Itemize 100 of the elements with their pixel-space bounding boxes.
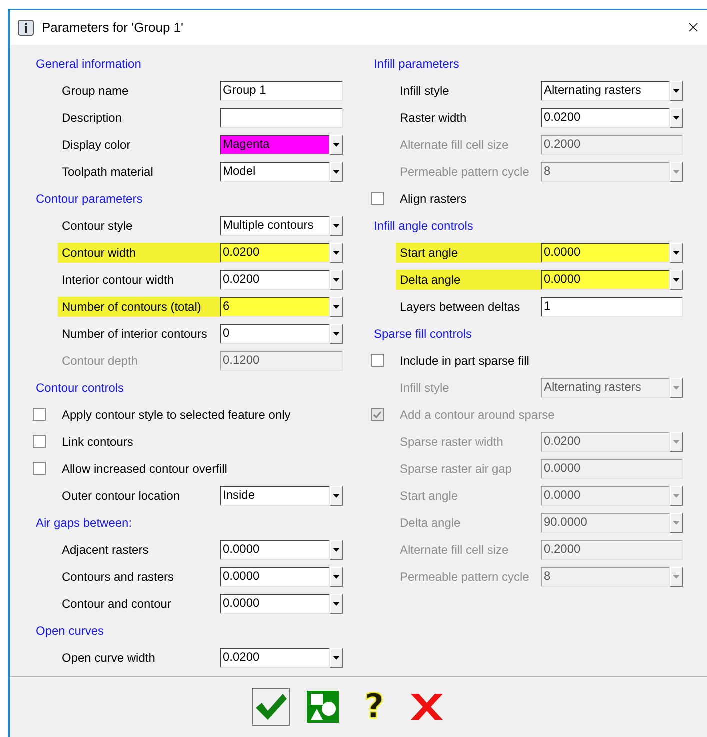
field-label: Sparse raster width: [399, 434, 504, 450]
field-label: Number of interior contours: [61, 326, 208, 342]
dropdown-arrow-icon: [333, 142, 340, 146]
field-label: Sparse raster air gap: [399, 460, 514, 478]
field-label: Contour style: [61, 218, 134, 234]
checkbox[interactable]: [371, 192, 384, 205]
checkbox-label: Apply contour style to selected feature only: [61, 406, 292, 424]
section-heading: Sparse fill controls: [374, 326, 472, 340]
dropdown-arrow-icon: [673, 520, 680, 524]
dropdown-arrow-icon: [333, 574, 340, 578]
info-icon: [18, 20, 34, 36]
dropdown-button[interactable]: [670, 242, 683, 262]
input-field[interactable]: 1: [541, 296, 683, 316]
dropdown-field[interactable]: 0.0200: [220, 270, 330, 290]
section-heading: Infill angle controls: [374, 218, 474, 232]
input-field[interactable]: Group 1: [220, 80, 343, 100]
section-heading: Contour controls: [36, 380, 124, 394]
field-label: Contour width: [58, 242, 220, 262]
section-heading: Infill parameters: [374, 56, 460, 70]
section-heading: Contour parameters: [36, 192, 143, 206]
dropdown-button[interactable]: [330, 540, 343, 560]
field-label: Delta angle: [396, 270, 541, 290]
dropdown-arrow-icon: [333, 250, 340, 254]
field-label: Open curve width: [61, 650, 156, 666]
field-label: Delta angle: [399, 514, 462, 532]
dropdown-arrow-icon: [333, 170, 340, 174]
field-label: Raster width: [399, 110, 468, 126]
field-label: Contour depth: [61, 352, 140, 370]
dropdown-button[interactable]: [330, 242, 343, 262]
dropdown-button[interactable]: [330, 648, 343, 668]
field-label: Contour and contour: [61, 596, 172, 612]
field-label: Infill style: [399, 380, 450, 396]
dropdown-arrow-icon: [673, 574, 680, 578]
dropdown-arrow-icon: [673, 88, 680, 92]
section-heading: General information: [36, 56, 142, 70]
field-label: Adjacent rasters: [61, 542, 150, 558]
input-field[interactable]: [220, 108, 343, 128]
field-label: Outer contour location: [61, 488, 182, 504]
dropdown-field[interactable]: 0.0000: [220, 594, 330, 614]
field-label: Alternate fill cell size: [399, 136, 510, 154]
dropdown-button[interactable]: [330, 324, 343, 344]
field-label: Start angle: [396, 242, 541, 262]
checkbox-label: Align rasters: [399, 190, 468, 208]
dropdown-arrow-icon: [333, 494, 340, 498]
field-label: Permeable pattern cycle: [399, 568, 530, 586]
dropdown-field[interactable]: 0.0200: [541, 108, 670, 128]
dropdown-button[interactable]: [330, 486, 343, 506]
window-title: Parameters for 'Group 1': [42, 20, 185, 35]
dropdown-button[interactable]: [670, 270, 683, 290]
dropdown-button[interactable]: [330, 216, 343, 236]
dropdown-arrow-icon: [673, 278, 680, 282]
dropdown-button[interactable]: [330, 296, 343, 316]
ok-button[interactable]: [252, 688, 290, 726]
checkbox[interactable]: [371, 354, 384, 367]
dropdown-field[interactable]: Inside: [220, 486, 330, 506]
dropdown-field[interactable]: 0.0000: [541, 242, 670, 262]
dropdown-arrow-icon: [673, 170, 680, 174]
dropdown-arrow-icon: [673, 440, 680, 444]
dropdown-button[interactable]: [670, 80, 683, 100]
dropdown-field[interactable]: Multiple contours: [220, 216, 330, 236]
field-label: Interior contour width: [61, 272, 176, 288]
checkbox-label: Include in part sparse fill: [399, 352, 530, 370]
dropdown-field[interactable]: 0.0200: [220, 648, 330, 668]
dropdown-arrow-icon: [333, 602, 340, 606]
dropdown-arrow-icon: [333, 656, 340, 660]
dropdown-field[interactable]: Model: [220, 162, 330, 182]
dropdown-field[interactable]: 6: [220, 296, 330, 316]
dropdown-button[interactable]: [330, 270, 343, 290]
help-button[interactable]: ?: [356, 688, 394, 726]
dropdown-button[interactable]: [330, 134, 343, 154]
dropdown-button[interactable]: [330, 162, 343, 182]
dropdown-arrow-icon: [333, 332, 340, 336]
field-label: Contours and rasters: [61, 568, 176, 586]
checkbox[interactable]: [33, 462, 46, 475]
dropdown-field[interactable]: Magenta: [220, 134, 330, 154]
field-label: Permeable pattern cycle: [399, 164, 530, 180]
dropdown-field[interactable]: 0.0000: [541, 270, 670, 290]
dropdown-field[interactable]: 0.0200: [220, 242, 330, 262]
checkbox-label: Link contours: [61, 434, 134, 450]
dropdown-button[interactable]: [670, 108, 683, 128]
field-label: Number of contours (total): [58, 296, 220, 316]
dropdown-field[interactable]: 0: [220, 324, 330, 344]
field-label: Layers between deltas: [399, 298, 522, 316]
field-label: Infill style: [399, 82, 450, 100]
dropdown-button[interactable]: [330, 594, 343, 614]
dropdown-arrow-icon: [673, 116, 680, 120]
dropdown-field[interactable]: Alternating rasters: [541, 80, 670, 100]
dropdown-field[interactable]: 0.0000: [220, 540, 330, 560]
checkbox[interactable]: [33, 408, 46, 421]
dropdown-arrow-icon: [333, 278, 340, 282]
checkbox[interactable]: [33, 435, 46, 448]
dropdown-arrow-icon: [673, 250, 680, 254]
section-heading: Open curves: [36, 624, 104, 638]
field-label: Toolpath material: [61, 164, 154, 180]
dropdown-button[interactable]: [330, 566, 343, 586]
checkbox-label: Allow increased contour overfill: [61, 460, 228, 478]
field-label: Display color: [61, 136, 132, 154]
dropdown-arrow-icon: [673, 386, 680, 390]
dropdown-arrow-icon: [333, 224, 340, 228]
dropdown-field[interactable]: 0.0000: [220, 566, 330, 586]
